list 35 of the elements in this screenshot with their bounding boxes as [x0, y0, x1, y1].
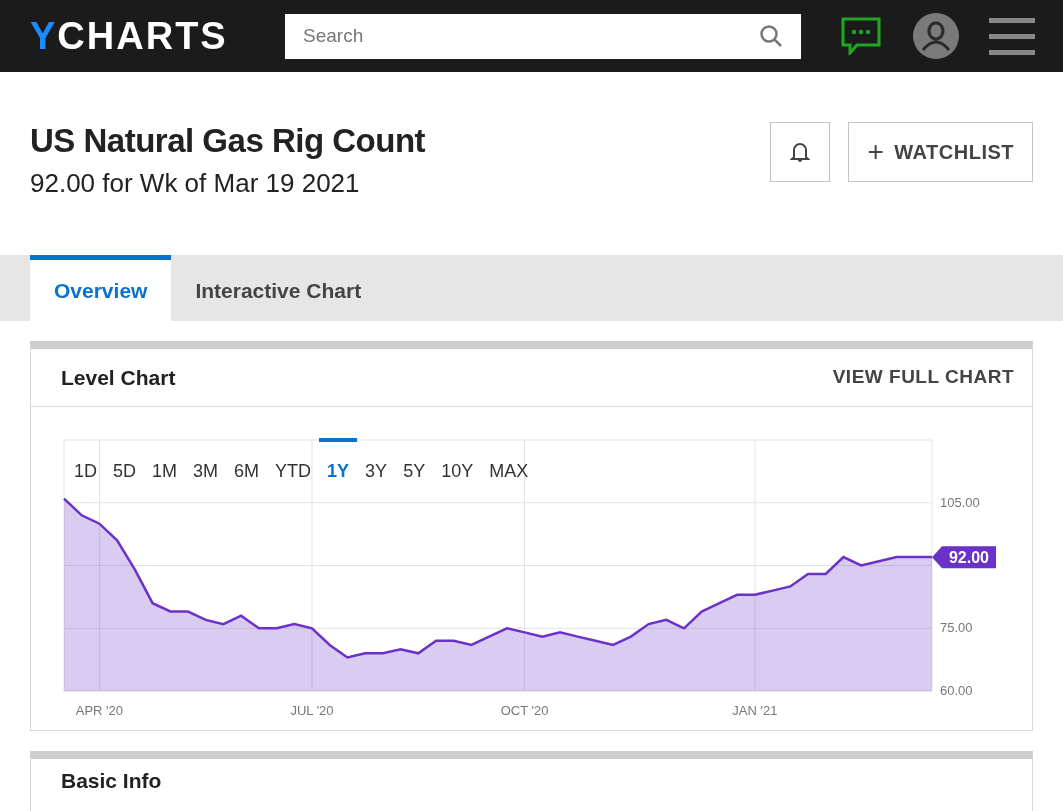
range-button[interactable]: 5Y — [395, 438, 434, 489]
card-title: Basic Info — [61, 769, 162, 792]
search-icon[interactable] — [759, 23, 783, 48]
range-button[interactable]: 3Y — [357, 438, 396, 489]
tab[interactable]: Overview — [30, 255, 172, 321]
range-button[interactable]: 3M — [185, 438, 227, 489]
alert-button[interactable] — [770, 122, 831, 182]
x-tick-label: APR '20 — [75, 703, 124, 718]
tab[interactable]: Interactive Chart — [171, 255, 386, 321]
watchlist-button[interactable]: + WATCHLIST — [848, 122, 1033, 182]
range-button[interactable]: 10Y — [433, 438, 482, 489]
menu-icon[interactable] — [989, 16, 1035, 56]
view-full-chart-link[interactable]: VIEW FULL CHART — [832, 363, 1014, 392]
page-subtitle: 92.00 for Wk of Mar 19 2021 — [30, 167, 361, 200]
x-tick-label: OCT '20 — [500, 703, 549, 718]
search-field[interactable]: Search — [285, 13, 801, 59]
x-tick-label: JUL '20 — [290, 703, 334, 718]
range-button[interactable]: 1D — [66, 438, 105, 489]
bell-icon — [790, 141, 811, 163]
range-button[interactable]: MAX — [481, 438, 537, 489]
range-button[interactable]: 1M — [144, 438, 186, 489]
y-tick-label: 105.00 — [940, 494, 980, 510]
y-tick-label: 75.00 — [940, 620, 973, 636]
range-button[interactable]: YTD — [267, 438, 320, 489]
page-title: US Natural Gas Rig Count — [30, 122, 426, 160]
y-tick-label: 60.00 — [940, 683, 973, 698]
card-title: Level Chart — [61, 364, 176, 391]
avatar-icon[interactable] — [913, 13, 959, 59]
range-button[interactable]: 5D — [105, 438, 145, 489]
x-tick-label: JAN '21 — [732, 703, 778, 718]
range-button[interactable]: 1Y — [319, 438, 358, 489]
logo[interactable]: YCHARTS — [30, 7, 285, 65]
chat-icon[interactable] — [841, 17, 881, 55]
value-marker: 92.00 — [932, 546, 996, 569]
range-button[interactable]: 6M — [226, 438, 268, 489]
